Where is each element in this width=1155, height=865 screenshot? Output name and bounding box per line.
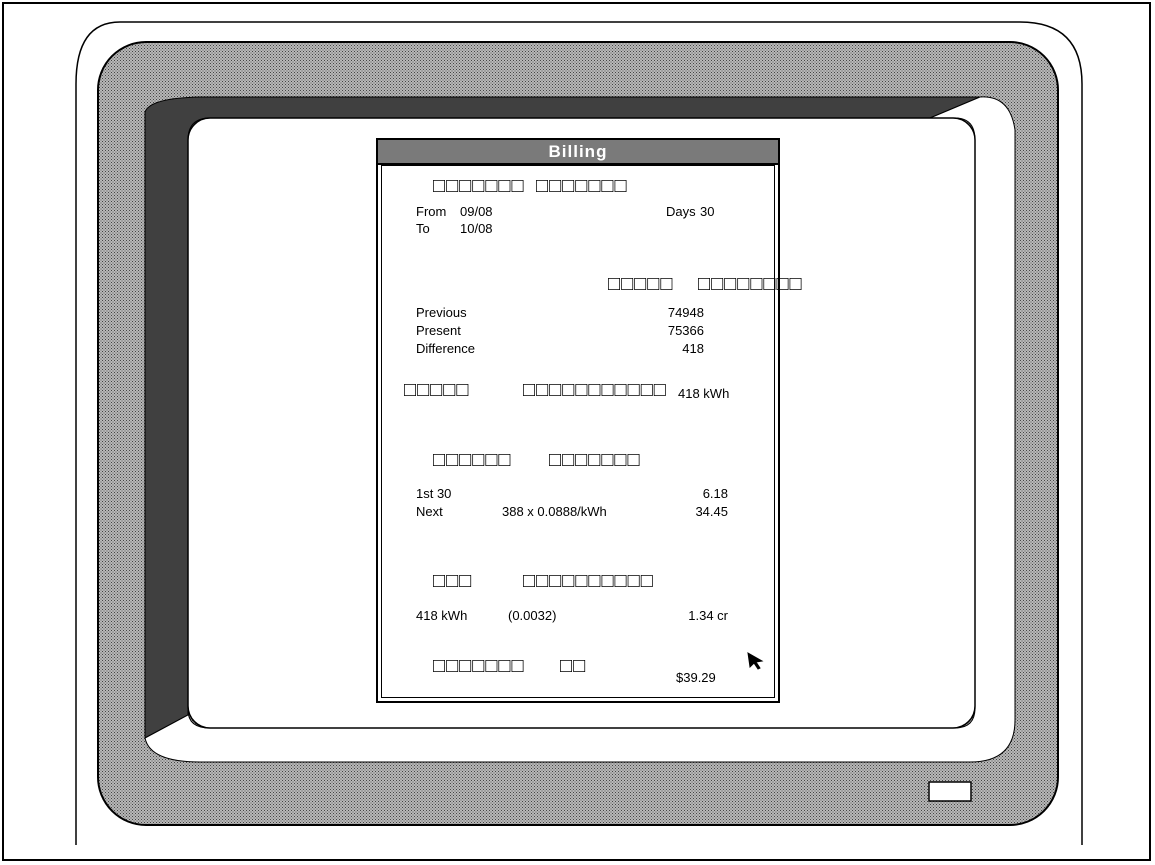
fuel-heading-right: □□□□□□□□□□ [523, 570, 654, 592]
power-indicator [928, 781, 972, 802]
billing-content: □□□□□□□ □□□□□□□ From 09/08 To 10/08 Days… [378, 165, 802, 701]
to-label: To [416, 221, 430, 236]
fuel-heading-left: □□□ [433, 570, 473, 592]
previous-label: Previous [416, 305, 467, 320]
period-heading-left: □□□□□□□ [433, 175, 525, 197]
difference-label: Difference [416, 341, 476, 356]
charges-heading-right: □□□□□□□ [549, 449, 641, 471]
billing-window: Billing □□□□□□□ □□□□□□□ From 09/08 To 10… [376, 138, 802, 703]
charge-first-label: 1st 30 [416, 486, 452, 501]
arrow-cursor-icon [747, 652, 764, 670]
previous-value: 74948 [667, 305, 704, 320]
days-value: 30 [700, 204, 715, 219]
to-value: 10/08 [460, 221, 493, 236]
total-heading-left: □□□□□□□ [433, 655, 525, 677]
present-label: Present [416, 323, 461, 338]
window-title: Billing [378, 140, 778, 165]
difference-value: 418 [682, 341, 704, 356]
from-value: 09/08 [460, 204, 493, 219]
meter-heading-left: □□□□□ [608, 273, 674, 295]
usage-value: 418 kWh [678, 386, 730, 401]
fuel-value: 1.34 cr [688, 608, 728, 623]
present-value: 75366 [667, 323, 704, 338]
charges-heading-left: □□□□□□ [433, 449, 512, 471]
charge-next-detail: 388 x 0.0888/kWh [502, 504, 607, 519]
meter-heading-right: □□□□□□□□ [698, 273, 803, 295]
total-heading-right: □□ [560, 655, 587, 677]
usage-heading-right: □□□□□□□□□□□ [523, 379, 667, 401]
charge-next-value: 34.45 [695, 504, 728, 519]
from-label: From [416, 204, 447, 219]
period-heading-right: □□□□□□□ [536, 175, 628, 197]
fuel-kwh: 418 kWh [416, 608, 468, 623]
usage-heading-left: □□□□□ [404, 379, 470, 401]
fuel-rate: (0.0032) [508, 608, 557, 623]
charge-first-value: 6.18 [702, 486, 728, 501]
charge-next-label: Next [416, 504, 443, 519]
days-label: Days [666, 204, 696, 219]
total-value: $39.29 [676, 670, 716, 685]
